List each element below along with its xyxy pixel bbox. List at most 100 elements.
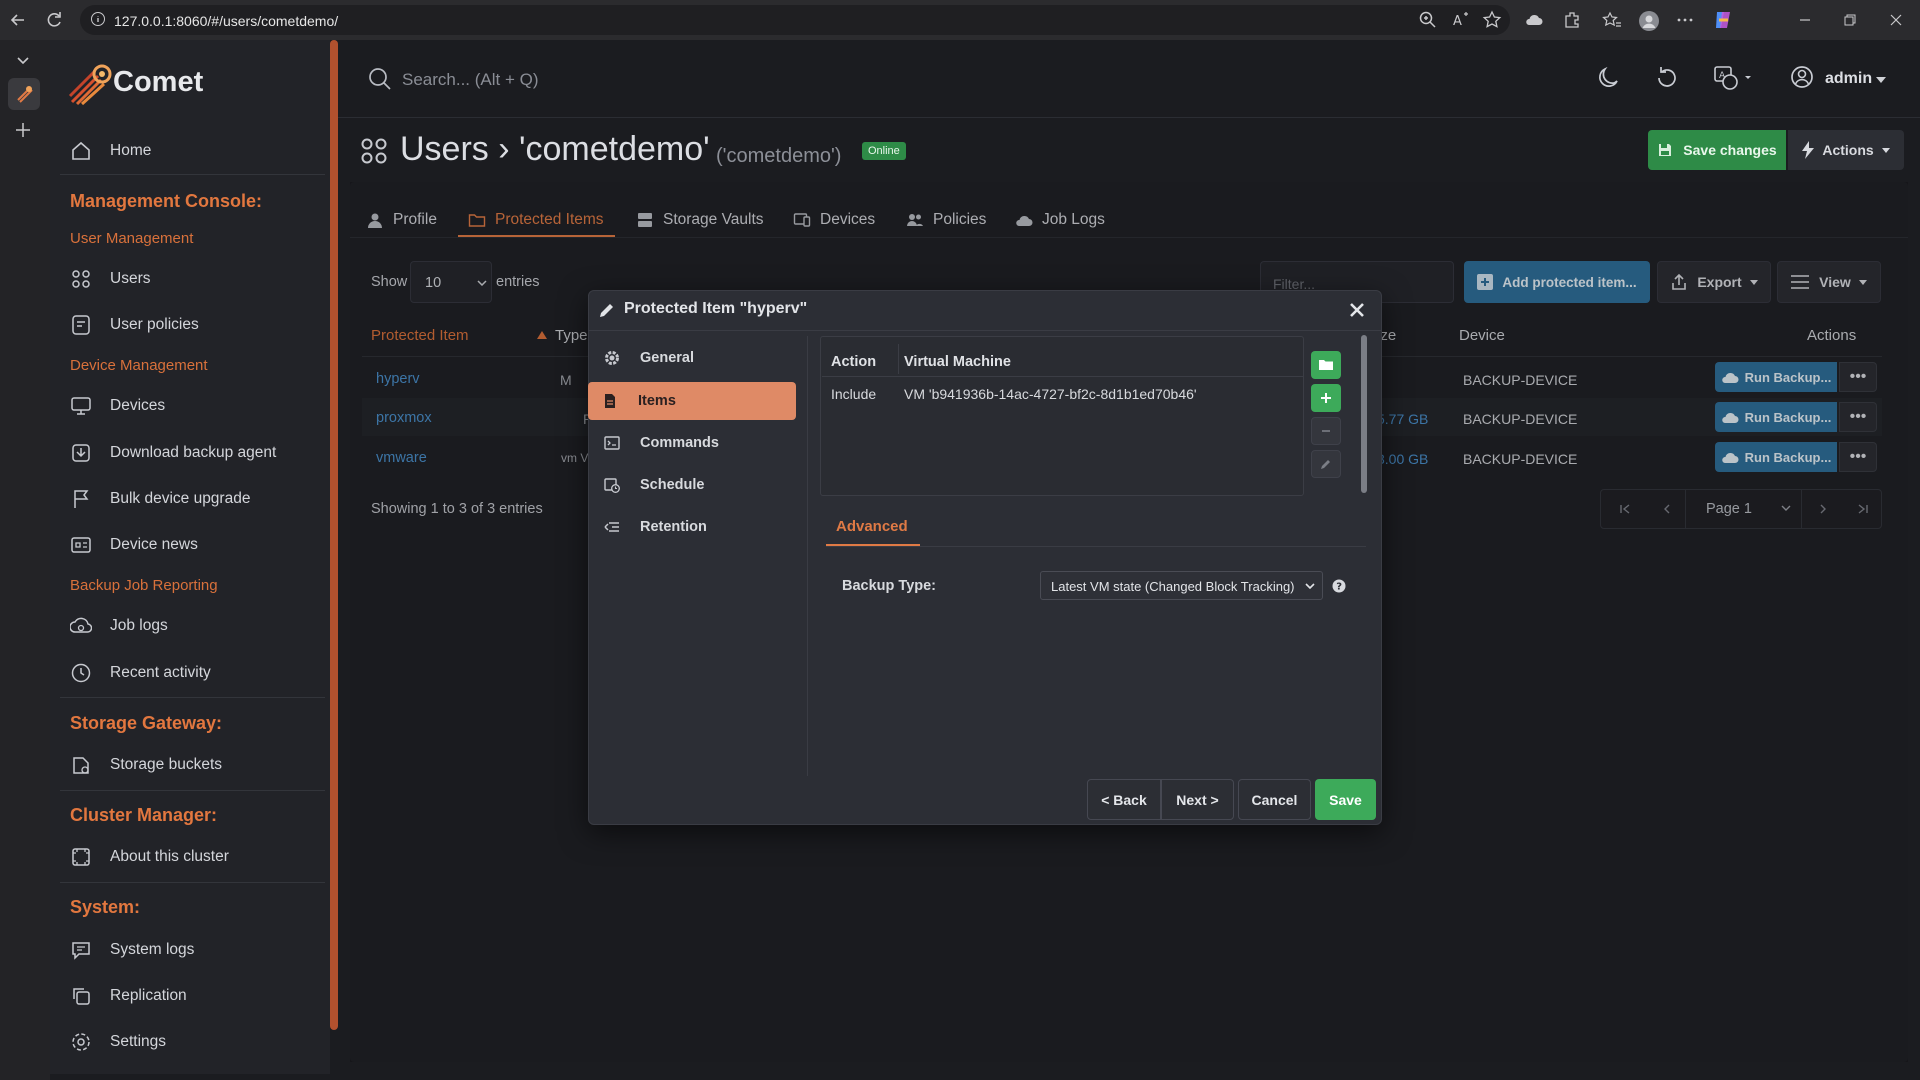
help-question-icon[interactable]: ? [1331,578,1347,594]
caret-down-icon[interactable] [1876,77,1886,83]
back-arrow-icon[interactable] [8,10,28,30]
actions-dropdown-button[interactable]: Actions [1788,130,1904,170]
browser-toolbar: 127.0.0.1:8060/#/users/cometdemo/ A [0,0,1920,40]
new-tab-plus-icon[interactable] [13,120,33,140]
save-button[interactable]: Save [1315,779,1376,820]
section-system: System: [70,897,141,917]
sidebar-item-label: Download backup agent [110,444,277,461]
page-title: Users › 'cometdemo' [400,130,710,168]
search-icon[interactable] [368,67,392,91]
save-changes-label: Save changes [1683,142,1777,158]
sidebar-item-job-logs[interactable]: Job logs [70,608,325,644]
remove-item-button[interactable] [1311,417,1341,445]
add-item-button[interactable] [1311,384,1341,412]
flag-icon [70,488,92,510]
copilot-icon[interactable] [1711,8,1735,32]
section-storage-gateway: Storage Gateway: [70,713,223,733]
sidebar-item-download-agent[interactable]: Download backup agent [70,435,325,471]
dialog-nav-items[interactable]: Items [588,382,796,420]
favorite-star-icon[interactable] [1482,10,1502,30]
sidebar-item-devices[interactable]: Devices [70,388,325,424]
sidebar-item-label: Job logs [110,617,168,634]
cancel-button[interactable]: Cancel [1238,779,1311,820]
restore-icon[interactable] [1840,10,1860,30]
terminal-icon [604,435,620,451]
dialog-nav-general[interactable]: General [590,339,795,377]
dialog-nav-schedule[interactable]: Schedule [590,466,795,504]
actions-label: Actions [1822,142,1874,158]
sidebar-scrollbar[interactable] [330,40,338,1030]
dialog-nav-label: Items [638,393,676,409]
calendar-clock-icon [604,477,620,493]
save-changes-button[interactable]: Save changes [1648,130,1786,170]
sidebar-item-settings[interactable]: Settings [70,1024,325,1060]
chevron-down-icon [1305,583,1315,589]
sidebar-item-users[interactable]: Users [70,261,325,297]
minimize-icon[interactable] [1795,10,1815,30]
info-icon[interactable] [90,11,106,27]
global-search-input[interactable]: Search... (Alt + Q) [402,70,539,90]
sidebar-item-system-logs[interactable]: System logs [70,932,325,968]
browse-folder-button[interactable] [1311,351,1341,379]
edit-item-button[interactable] [1311,450,1341,478]
sidebar-item-device-news[interactable]: Device news [70,527,325,563]
chevron-down-icon[interactable] [13,50,33,70]
floppy-disk-icon [1657,142,1673,158]
divider [60,174,325,175]
gear-icon [604,350,620,366]
dialog-nav-commands[interactable]: Commands [590,424,795,462]
items-row-action[interactable]: Include [831,386,876,402]
back-button[interactable]: < Back [1087,779,1161,820]
dialog-nav-divider [807,336,808,776]
sidebar-item-bulk-upgrade[interactable]: Bulk device upgrade [70,481,325,517]
pencil-icon [1320,458,1332,470]
sidebar-item-label: User policies [110,316,199,333]
next-button[interactable]: Next > [1161,779,1234,820]
reload-icon[interactable] [44,10,64,30]
logo-text[interactable]: Comet [113,66,203,99]
extension-cloud-icon[interactable] [1524,10,1544,30]
items-row-vm[interactable]: VM 'b941936b-14ac-4727-bf2c-8d1b1ed70b46… [904,386,1197,402]
items-table [820,336,1304,496]
active-tab-indicator [826,544,920,546]
sidebar-item-storage-buckets[interactable]: Storage buckets [70,747,325,783]
extensions-icon[interactable] [1562,10,1582,30]
comet-logo-icon[interactable] [68,62,114,106]
sidebar-item-about-cluster[interactable]: About this cluster [70,839,325,875]
backup-type-select[interactable]: Latest VM state (Changed Block Tracking) [1040,571,1323,600]
divider [60,697,325,698]
profile-avatar-icon[interactable] [1638,10,1660,32]
close-icon[interactable] [1346,299,1368,321]
sidebar-item-recent-activity[interactable]: Recent activity [70,655,325,691]
sidebar-item-replication[interactable]: Replication [70,978,325,1014]
user-account-icon[interactable] [1789,64,1817,92]
url-text: 127.0.0.1:8060/#/users/cometdemo/ [114,13,339,29]
backup-type-value: Latest VM state (Changed Block Tracking) [1051,579,1295,594]
dialog-nav-label: General [640,350,694,366]
tab-advanced[interactable]: Advanced [836,518,908,535]
section-cluster-manager: Cluster Manager: [70,805,218,825]
dark-mode-moon-icon[interactable] [1594,64,1622,92]
address-bar[interactable]: 127.0.0.1:8060/#/users/cometdemo/ [80,5,1510,35]
close-window-icon[interactable] [1886,10,1906,30]
admin-username[interactable]: admin [1825,70,1872,88]
bucket-icon [70,754,92,776]
monitor-icon [70,395,92,417]
sidebar-item-home[interactable]: Home [70,133,325,169]
more-menu-icon[interactable] [1675,10,1695,30]
sidebar-item-user-policies[interactable]: User policies [70,307,325,343]
top-header [338,40,1920,118]
items-scrollbar[interactable] [1361,335,1367,493]
file-icon [602,393,618,409]
copy-icon [70,985,92,1007]
favorites-icon[interactable] [1602,10,1622,30]
zoom-icon[interactable] [1418,10,1438,30]
active-tab-favicon[interactable] [8,78,40,110]
divider [60,790,325,791]
language-switch-icon[interactable]: A [1713,64,1757,92]
read-aloud-icon[interactable]: A [1451,10,1471,30]
download-icon [70,442,92,464]
gear-icon [70,1031,92,1053]
dialog-nav-retention[interactable]: Retention [590,508,795,546]
refresh-icon[interactable] [1653,64,1681,92]
